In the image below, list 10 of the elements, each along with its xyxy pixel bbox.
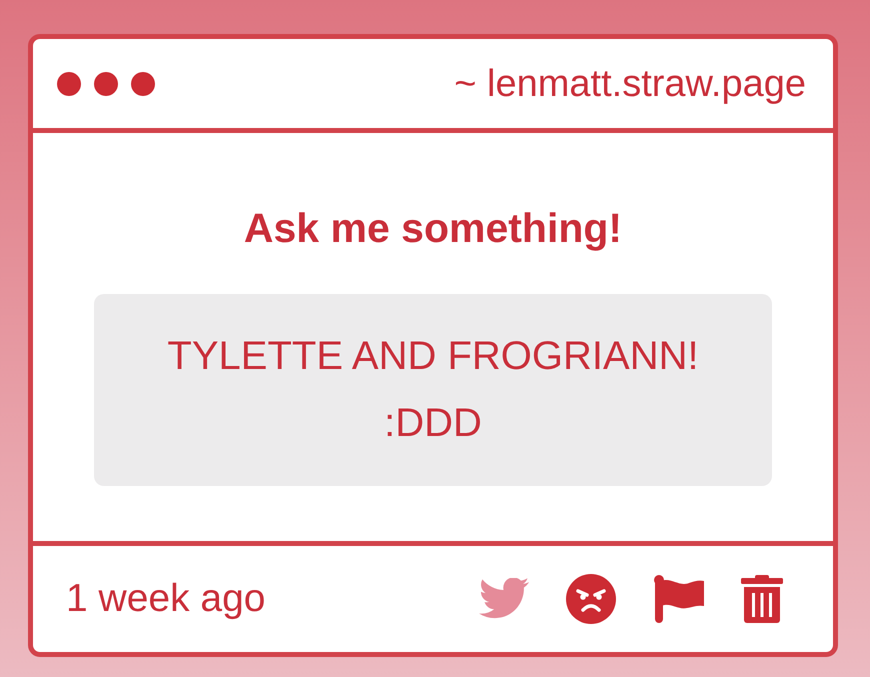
- flag-icon[interactable]: [653, 575, 704, 623]
- question-text: TYLETTE AND FROGRIANN! :DDD: [94, 294, 772, 486]
- window-dot-icon: [94, 72, 118, 96]
- trash-icon[interactable]: [741, 575, 783, 623]
- page-url: ~ lenmatt.straw.page: [454, 62, 806, 106]
- prompt-title: Ask me something!: [244, 204, 622, 252]
- angry-face-icon[interactable]: [566, 574, 616, 624]
- window-dot-icon: [131, 72, 155, 96]
- timestamp: 1 week ago: [66, 576, 266, 622]
- window-dot-icon: [57, 72, 81, 96]
